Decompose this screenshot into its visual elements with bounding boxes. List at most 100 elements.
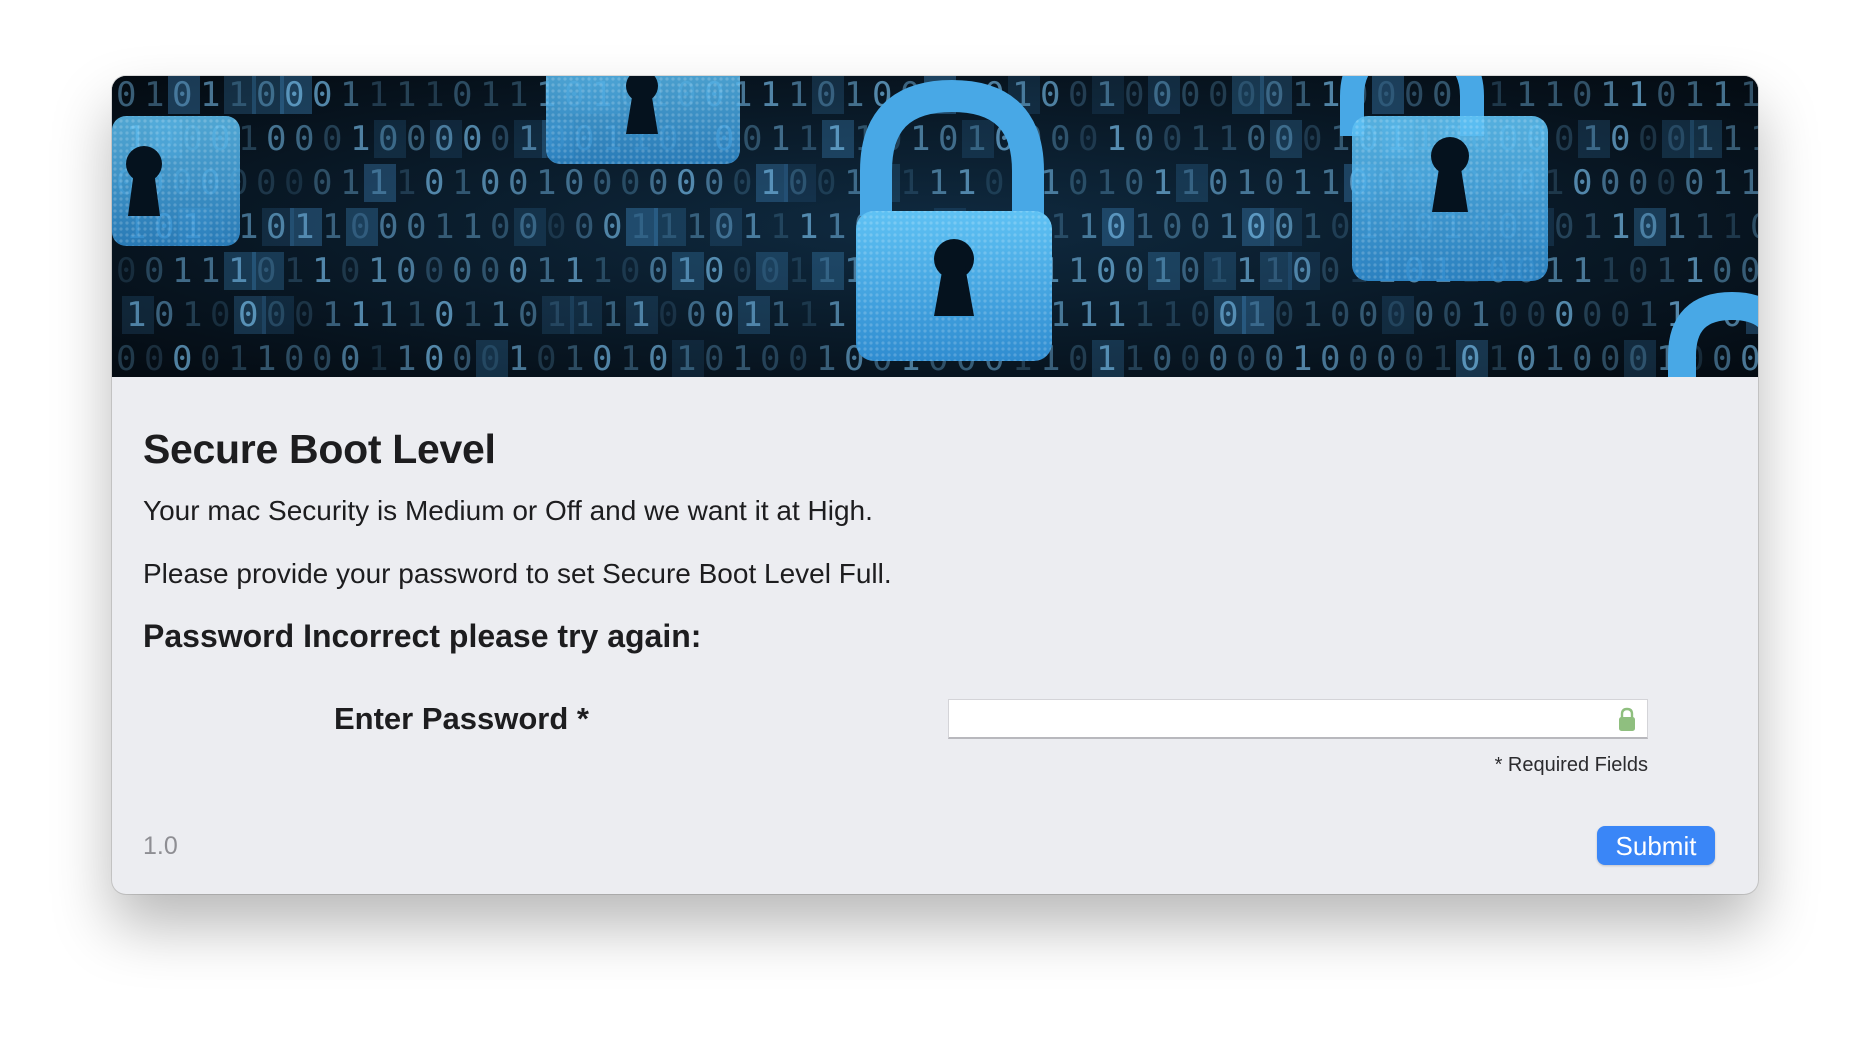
svg-text:1: 1: [1068, 251, 1088, 291]
svg-text:0: 0: [1264, 76, 1284, 115]
svg-text:1: 1: [1078, 295, 1098, 335]
svg-text:0: 0: [1554, 207, 1574, 247]
svg-text:1: 1: [1096, 76, 1116, 115]
svg-text:0: 0: [1274, 295, 1294, 335]
password-field-label: Enter Password *: [334, 701, 589, 736]
svg-text:1: 1: [1544, 76, 1564, 115]
svg-text:1: 1: [452, 163, 472, 203]
svg-text:0: 0: [1264, 163, 1284, 203]
svg-text:1: 1: [1124, 339, 1144, 377]
svg-text:0: 0: [1152, 339, 1172, 377]
svg-text:1: 1: [1722, 119, 1742, 159]
password-field-wrapper: [948, 699, 1648, 739]
svg-text:1: 1: [592, 251, 612, 291]
svg-text:0: 0: [490, 207, 510, 247]
svg-text:1: 1: [602, 295, 622, 335]
svg-text:1: 1: [966, 119, 986, 159]
svg-text:0: 0: [704, 251, 724, 291]
svg-text:0: 0: [1740, 339, 1758, 377]
svg-text:1: 1: [294, 207, 314, 247]
svg-text:0: 0: [564, 163, 584, 203]
svg-text:1: 1: [816, 339, 836, 377]
svg-text:0: 0: [1526, 295, 1546, 335]
svg-text:1: 1: [1292, 76, 1312, 115]
svg-text:1: 1: [182, 295, 202, 335]
svg-text:0: 0: [490, 119, 510, 159]
svg-text:1: 1: [1050, 295, 1070, 335]
svg-text:1: 1: [1134, 295, 1154, 335]
svg-text:0: 0: [508, 251, 528, 291]
svg-text:0: 0: [1554, 119, 1574, 159]
svg-text:0: 0: [462, 119, 482, 159]
svg-text:0: 0: [1404, 339, 1424, 377]
svg-text:0: 0: [238, 295, 258, 335]
svg-text:0: 0: [1162, 119, 1182, 159]
svg-text:0: 0: [1246, 119, 1266, 159]
svg-text:1: 1: [144, 76, 164, 115]
lock-icon: [1619, 707, 1635, 731]
svg-text:0: 0: [1600, 339, 1620, 377]
svg-text:0: 0: [1190, 295, 1210, 335]
svg-text:1: 1: [676, 339, 696, 377]
svg-text:0: 0: [1246, 207, 1266, 247]
svg-text:0: 0: [1610, 119, 1630, 159]
svg-text:1: 1: [742, 207, 762, 247]
svg-text:1: 1: [788, 251, 808, 291]
svg-text:1: 1: [340, 163, 360, 203]
security-banner-image: 0101100011110111010100111010010010010000…: [112, 76, 1758, 377]
svg-text:1: 1: [1180, 163, 1200, 203]
svg-text:1: 1: [816, 251, 836, 291]
svg-text:0: 0: [424, 163, 444, 203]
svg-text:1: 1: [564, 339, 584, 377]
svg-text:1: 1: [546, 295, 566, 335]
svg-text:0: 0: [480, 339, 500, 377]
svg-text:0: 0: [406, 119, 426, 159]
svg-text:0: 0: [732, 251, 752, 291]
svg-text:0: 0: [1124, 163, 1144, 203]
svg-text:0: 0: [574, 207, 594, 247]
svg-text:0: 0: [1068, 76, 1088, 115]
submit-button[interactable]: Submit: [1597, 826, 1715, 865]
svg-text:1: 1: [630, 295, 650, 335]
svg-text:0: 0: [686, 295, 706, 335]
svg-text:0: 0: [312, 339, 332, 377]
svg-text:0: 0: [1190, 207, 1210, 247]
svg-text:1: 1: [238, 207, 258, 247]
svg-text:1: 1: [1740, 76, 1758, 115]
svg-text:0: 0: [210, 295, 230, 335]
svg-text:0: 0: [1302, 119, 1322, 159]
svg-text:0: 0: [1656, 76, 1676, 115]
svg-text:0: 0: [116, 339, 136, 377]
svg-text:1: 1: [238, 119, 258, 159]
password-input[interactable]: [949, 700, 1619, 736]
dialog-content: Secure Boot Level Your mac Security is M…: [143, 377, 1727, 894]
svg-text:0: 0: [1628, 251, 1648, 291]
svg-text:0: 0: [1600, 163, 1620, 203]
svg-text:0: 0: [480, 251, 500, 291]
svg-text:1: 1: [1582, 119, 1602, 159]
svg-text:1: 1: [462, 207, 482, 247]
svg-text:0: 0: [1572, 339, 1592, 377]
svg-text:1: 1: [1218, 119, 1238, 159]
svg-text:0: 0: [1656, 163, 1676, 203]
svg-text:1: 1: [508, 76, 528, 115]
svg-text:0: 0: [1414, 295, 1434, 335]
svg-text:1: 1: [1152, 251, 1172, 291]
version-label: 1.0: [143, 832, 178, 860]
svg-text:0: 0: [266, 295, 286, 335]
svg-text:1: 1: [1638, 295, 1658, 335]
svg-text:1: 1: [1264, 251, 1284, 291]
svg-text:0: 0: [1582, 295, 1602, 335]
svg-text:0: 0: [648, 251, 668, 291]
svg-text:0: 0: [788, 163, 808, 203]
svg-text:0: 0: [172, 76, 192, 115]
svg-text:0: 0: [322, 119, 342, 159]
svg-text:0: 0: [406, 207, 426, 247]
svg-text:1: 1: [378, 295, 398, 335]
svg-text:1: 1: [1096, 163, 1116, 203]
svg-text:0: 0: [518, 295, 538, 335]
svg-text:1: 1: [742, 295, 762, 335]
svg-text:1: 1: [1582, 207, 1602, 247]
svg-text:1: 1: [788, 76, 808, 115]
svg-text:1: 1: [1610, 207, 1630, 247]
